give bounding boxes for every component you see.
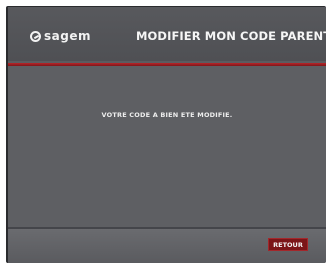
header: sagem MODIFIER MON CODE PARENT: [8, 7, 326, 61]
footer: RETOUR: [8, 229, 326, 263]
logo-text: sagem: [44, 29, 91, 43]
page-title: MODIFIER MON CODE PARENT: [136, 29, 326, 43]
back-button[interactable]: RETOUR: [268, 238, 308, 251]
brand-logo: sagem: [30, 28, 91, 44]
sagem-logo-icon: [30, 30, 41, 42]
confirmation-message: VOTRE CODE A BIEN ETE MODIFIE.: [101, 111, 233, 119]
main-content: VOTRE CODE A BIEN ETE MODIFIE.: [8, 66, 326, 227]
tv-screen: sagem MODIFIER MON CODE PARENT VOTRE COD…: [6, 6, 326, 263]
